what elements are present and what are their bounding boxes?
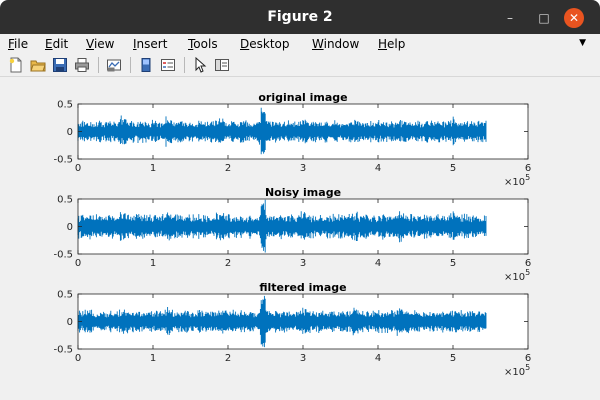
axes-title: Noisy image: [265, 186, 341, 199]
insert-legend-icon[interactable]: [160, 57, 176, 73]
menu-file[interactable]: File: [8, 37, 28, 51]
menu-edit[interactable]: Edit: [45, 37, 68, 51]
y-tick-label: 0: [67, 317, 73, 328]
y-tick-label: 0.5: [57, 100, 73, 111]
menu-window-mnemonic: W: [312, 37, 324, 51]
print-icon[interactable]: [74, 57, 90, 73]
menu-desktop[interactable]: Desktop: [240, 37, 290, 51]
x-tick-label: 2: [225, 258, 231, 269]
subplot-3[interactable]: filtered image0 1 2 3 4 5 60.50-0.5×105: [53, 281, 531, 378]
axes-title: filtered image: [259, 281, 346, 294]
x-exponent-label: ×105: [504, 268, 530, 283]
minimize-button[interactable]: –: [500, 8, 520, 28]
x-tick-label: 0: [75, 353, 81, 364]
insert-colorbar-icon[interactable]: [138, 57, 154, 73]
x-tick-label: 2: [225, 163, 231, 174]
maximize-button[interactable]: □: [534, 8, 554, 28]
x-exponent-label: ×105: [504, 363, 530, 378]
menu-desktop-label: esktop: [249, 37, 290, 51]
x-tick-label: 5: [450, 163, 456, 174]
x-tick-label: 5: [450, 353, 456, 364]
figure-canvas[interactable]: original image 0 1 2 3 4 5 6 0.5 0 -0.5 ×105 Noisy i…: [8, 78, 594, 393]
open-file-icon[interactable]: [30, 57, 46, 73]
y-tick-label: 0: [67, 222, 73, 233]
menu-insert-label: nsert: [136, 37, 168, 51]
link-plot-icon[interactable]: [106, 57, 122, 73]
x-tick-label: 4: [375, 258, 381, 269]
x-tick-label: 1: [150, 163, 156, 174]
subplot-2[interactable]: Noisy image0 1 2 3 4 5 60.50-0.5×105: [53, 186, 531, 283]
title-bar[interactable]: Figure 2 – □ ✕: [0, 0, 600, 34]
menu-view[interactable]: View: [86, 37, 114, 51]
x-tick-label: 4: [375, 353, 381, 364]
close-icon: ✕: [568, 11, 580, 25]
x-tick-label: 5: [450, 258, 456, 269]
subplot-1[interactable]: original image0 1 2 3 4 5 60.50-0.5×105: [53, 91, 531, 188]
toolbar-separator: [130, 57, 131, 73]
chevron-down-icon[interactable]: ▼: [579, 38, 586, 48]
x-tick-label: 3: [300, 353, 306, 364]
menu-view-label: iew: [93, 37, 115, 51]
select-pointer-icon[interactable]: [192, 57, 208, 73]
toolbar-separator: [98, 57, 99, 73]
x-tick-label: 0: [75, 258, 81, 269]
subplot-area[interactable]: original image0 1 2 3 4 5 60.50-0.5×105Noisy i…: [8, 78, 594, 393]
close-button[interactable]: ✕: [564, 8, 584, 28]
y-tick-label: -0.5: [53, 250, 73, 261]
menu-help-label: elp: [387, 37, 406, 51]
x-tick-label: 1: [150, 353, 156, 364]
x-tick-label: 2: [225, 353, 231, 364]
x-tick-label: 3: [300, 163, 306, 174]
menu-file-label: ile: [14, 37, 29, 51]
figure-toolbar: [0, 54, 600, 77]
y-tick-label: -0.5: [53, 155, 73, 166]
x-tick-label: 3: [300, 258, 306, 269]
x-exponent-label: ×105: [504, 173, 530, 188]
x-tick-label: 1: [150, 258, 156, 269]
minimize-icon: –: [507, 11, 513, 25]
axes-title: original image: [258, 91, 347, 104]
menu-window-label: indow: [323, 37, 360, 51]
menu-bar: File Edit View Insert Tools Desktop Wind…: [0, 34, 600, 54]
menu-tools[interactable]: Tools: [188, 37, 218, 51]
maximize-icon: □: [538, 11, 550, 25]
y-tick-label: 0.5: [57, 290, 73, 301]
figure-window: Figure 2 – □ ✕ File Edit View Insert Too…: [0, 0, 600, 400]
y-tick-label: -0.5: [53, 345, 73, 356]
new-figure-icon[interactable]: [8, 57, 24, 73]
x-tick-label: 0: [75, 163, 81, 174]
y-tick-label: 0: [67, 127, 73, 138]
menu-edit-label: dit: [52, 37, 69, 51]
toolbar-separator: [184, 57, 185, 73]
save-icon[interactable]: [52, 57, 68, 73]
x-tick-label: 4: [375, 163, 381, 174]
menu-desktop-mnemonic: D: [240, 37, 250, 51]
menu-help-mnemonic: H: [378, 37, 388, 51]
menu-tools-label: ools: [193, 37, 218, 51]
property-inspector-icon[interactable]: [214, 57, 230, 73]
menu-help[interactable]: Help: [378, 37, 405, 51]
y-tick-label: 0.5: [57, 195, 73, 206]
menu-insert[interactable]: Insert: [133, 37, 167, 51]
menu-view-mnemonic: V: [86, 37, 94, 51]
menu-window[interactable]: Window: [312, 37, 359, 51]
menu-edit-mnemonic: E: [45, 37, 53, 51]
